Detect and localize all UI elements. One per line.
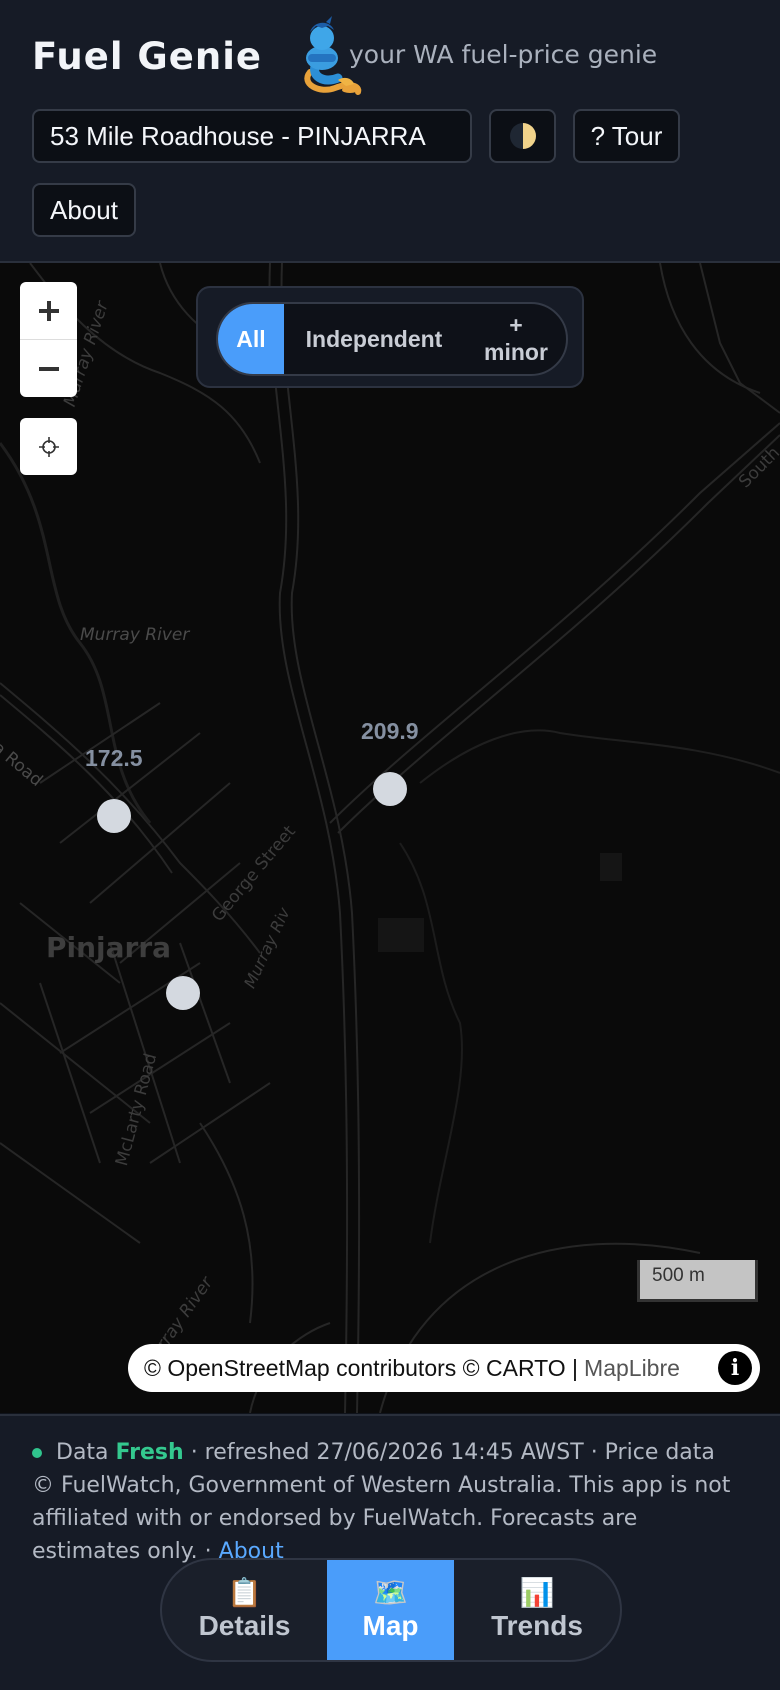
filter-minor-option[interactable]: + minor	[464, 304, 566, 374]
filter-independent-option[interactable]: Independent	[284, 304, 464, 374]
status-prefix: Data	[56, 1440, 109, 1465]
minus-icon	[38, 366, 59, 371]
station-select-value: 53 Mile Roadhouse - PINJARRA	[50, 120, 426, 151]
tab-details-label: Details	[198, 1610, 291, 1641]
station-price-label: 209.9	[361, 718, 419, 744]
station-price-label: 172.5	[85, 745, 143, 771]
tab-trends-label: Trends	[491, 1610, 583, 1641]
zoom-out-button[interactable]	[20, 339, 77, 397]
plus-icon	[38, 300, 59, 321]
bar-chart-icon: 📊	[519, 1577, 555, 1608]
geolocate-button[interactable]	[20, 418, 77, 475]
data-status: Data Fresh · refreshed 27/06/2026 14:45 …	[32, 1436, 732, 1568]
tour-button[interactable]: ? Tour	[573, 109, 680, 163]
map-view[interactable]: Murray River Murray River Pinjarra Road …	[0, 263, 780, 1413]
station-marker[interactable]	[166, 976, 200, 1010]
brand-filter: All Independent + minor	[196, 286, 584, 388]
half-moon-icon	[509, 123, 536, 149]
app-header: Fuel Genie your WA fuel-price genie 53 M…	[0, 0, 780, 263]
theme-toggle-button[interactable]	[489, 109, 556, 163]
brand-filter-segmented: All Independent + minor	[216, 302, 568, 376]
tab-map[interactable]: 🗺️ Map	[327, 1560, 454, 1660]
bottom-tab-bar: 📋 Details 🗺️ Map 📊 Trends	[160, 1558, 622, 1662]
station-select[interactable]: 53 Mile Roadhouse - PINJARRA	[32, 109, 472, 163]
about-button[interactable]: About	[32, 183, 136, 237]
tab-details[interactable]: 📋 Details	[162, 1560, 327, 1660]
clipboard-icon: 📋	[227, 1577, 262, 1608]
map-icon: 🗺️	[373, 1577, 408, 1608]
brand: Fuel Genie	[32, 16, 364, 95]
filter-minor-label: minor	[484, 339, 548, 365]
map-label-river-mid: Murray River	[80, 625, 190, 645]
tagline: your WA fuel-price genie	[349, 40, 658, 69]
filter-minor-plus: +	[509, 312, 523, 338]
tab-trends[interactable]: 📊 Trends	[454, 1560, 620, 1660]
tab-map-label: Map	[362, 1610, 419, 1641]
status-fresh-badge: Fresh	[115, 1440, 184, 1465]
status-dot-icon	[32, 1448, 42, 1458]
station-marker[interactable]	[97, 799, 131, 833]
app-footer: Data Fresh · refreshed 27/06/2026 14:45 …	[0, 1414, 780, 1690]
attribution-text: © OpenStreetMap contributors © CARTO |	[144, 1354, 579, 1381]
info-icon[interactable]: i	[718, 1351, 752, 1385]
zoom-controls	[20, 282, 77, 397]
map-attribution: © OpenStreetMap contributors © CARTO | M…	[128, 1344, 760, 1392]
filter-all-option[interactable]: All	[218, 304, 284, 374]
station-marker[interactable]	[373, 772, 407, 806]
map-label-town: Pinjarra	[46, 931, 172, 964]
zoom-in-button[interactable]	[20, 282, 77, 339]
app-title: Fuel Genie	[32, 34, 263, 78]
scale-bar: 500 m	[637, 1260, 758, 1302]
map-basemap	[0, 263, 780, 1413]
maplibre-link[interactable]: MapLibre	[584, 1355, 680, 1382]
crosshair-icon	[38, 436, 59, 457]
